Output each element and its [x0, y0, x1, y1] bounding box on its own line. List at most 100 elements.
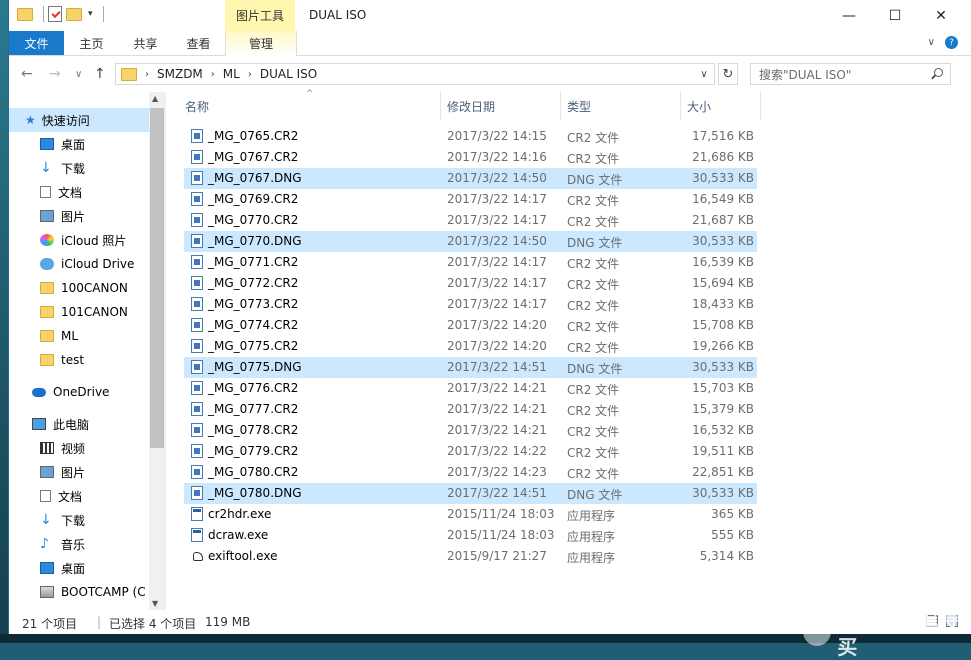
nav-scrollbar[interactable]: ▲ ▼ — [149, 92, 166, 610]
nav-this-pc[interactable]: 此电脑 — [9, 412, 149, 436]
image-file-icon — [191, 402, 203, 416]
scroll-down-icon[interactable]: ▼ — [152, 599, 158, 608]
scroll-up-icon[interactable]: ▲ — [152, 94, 158, 103]
ribbon-tabs: 文件 主页 共享 查看 管理 ∨ ? — [9, 31, 971, 56]
back-arrow-icon[interactable]: ← — [21, 66, 33, 82]
nav-label: 下载 — [61, 161, 86, 176]
tab-manage[interactable]: 管理 — [225, 31, 297, 56]
file-row[interactable]: cr2hdr.exe 2015/11/24 18:03 应用程序 365 KB — [184, 504, 757, 525]
file-row[interactable]: _MG_0775.DNG 2017/3/22 14:51 DNG 文件 30,533 … — [184, 357, 757, 378]
file-row[interactable]: _MG_0769.CR2 2017/3/22 14:17 CR2 文件 16,549 … — [184, 189, 757, 210]
nav-documents[interactable]: 文档 📌 — [9, 180, 149, 204]
file-row[interactable]: _MG_0767.DNG 2017/3/22 14:50 DNG 文件 30,533 … — [184, 168, 757, 189]
column-header-date[interactable]: 修改日期 — [441, 92, 561, 120]
file-row[interactable]: _MG_0776.CR2 2017/3/22 14:21 CR2 文件 15,703 … — [184, 378, 757, 399]
column-header-type[interactable]: 类型 — [561, 92, 681, 120]
music-note-icon: ♪ — [40, 536, 49, 552]
file-size: 555 KB — [711, 528, 754, 542]
image-file-icon — [191, 444, 203, 458]
nav-label: BOOTCAMP (C — [61, 585, 146, 599]
nav-bootcamp[interactable]: BOOTCAMP (C — [9, 580, 149, 604]
file-row[interactable]: _MG_0771.CR2 2017/3/22 14:17 CR2 文件 16,539 … — [184, 252, 757, 273]
collapse-ribbon-icon[interactable]: ∨ — [928, 37, 935, 48]
file-name: _MG_0770.CR2 — [208, 213, 299, 227]
nav-music[interactable]: ♪ 音乐 — [9, 532, 149, 556]
file-row[interactable]: dcraw.exe 2015/11/24 18:03 应用程序 555 KB — [184, 525, 757, 546]
nav-pc-desktop[interactable]: 桌面 — [9, 556, 149, 580]
folder-icon — [40, 354, 54, 366]
nav-downloads[interactable]: ↓ 下载 📌 — [9, 156, 149, 180]
nav-pc-pictures[interactable]: 图片 — [9, 460, 149, 484]
file-row[interactable]: _MG_0770.DNG 2017/3/22 14:50 DNG 文件 30,533 … — [184, 231, 757, 252]
search-icon[interactable] — [934, 68, 943, 77]
file-date: 2015/11/24 18:03 — [447, 507, 555, 521]
title-bar: ▾ 图片工具 DUAL ISO — ☐ ✕ — [9, 0, 971, 31]
maximize-button[interactable]: ☐ — [872, 0, 918, 31]
up-arrow-icon[interactable]: ↑ — [94, 66, 106, 82]
file-row[interactable]: _MG_0780.CR2 2017/3/22 14:23 CR2 文件 22,851 … — [184, 462, 757, 483]
column-header-name[interactable]: 名称 ^ — [166, 89, 441, 120]
nav-ml[interactable]: ML — [9, 324, 149, 348]
file-row[interactable]: _MG_0772.CR2 2017/3/22 14:17 CR2 文件 15,694 … — [184, 273, 757, 294]
nav-desktop[interactable]: 桌面 📌 — [9, 132, 149, 156]
nav-quick-access[interactable]: ★ 快速访问 — [9, 108, 149, 132]
tab-home[interactable]: 主页 — [65, 31, 118, 55]
download-arrow-icon: ↓ — [40, 160, 52, 176]
nav-pc-documents[interactable]: 文档 — [9, 484, 149, 508]
nav-onedrive[interactable]: OneDrive — [9, 380, 149, 404]
file-row[interactable]: _MG_0773.CR2 2017/3/22 14:17 CR2 文件 18,433 … — [184, 294, 757, 315]
scrollbar-thumb[interactable] — [150, 108, 164, 448]
file-row[interactable]: _MG_0779.CR2 2017/3/22 14:22 CR2 文件 19,511 … — [184, 441, 757, 462]
tab-view[interactable]: 查看 — [172, 31, 225, 55]
help-icon[interactable]: ? — [945, 36, 958, 49]
refresh-button[interactable]: ↻ — [718, 63, 738, 85]
file-size: 16,539 KB — [692, 255, 754, 269]
address-bar[interactable]: › SMZDM › ML › DUAL ISO ∨ — [115, 63, 715, 85]
new-folder-icon[interactable] — [66, 7, 82, 21]
file-row[interactable]: _MG_0770.CR2 2017/3/22 14:17 CR2 文件 21,687 … — [184, 210, 757, 231]
nav-100canon[interactable]: 100CANON — [9, 276, 149, 300]
qat-dropdown-icon[interactable]: ▾ — [88, 9, 93, 19]
breadcrumb-separator-icon[interactable]: › — [248, 69, 252, 80]
file-row[interactable]: _MG_0778.CR2 2017/3/22 14:21 CR2 文件 16,532 … — [184, 420, 757, 441]
file-size: 5,314 KB — [699, 549, 754, 563]
nav-pictures[interactable]: 图片 📌 — [9, 204, 149, 228]
breadcrumb-dual-iso[interactable]: DUAL ISO — [260, 67, 317, 81]
file-date: 2017/3/22 14:15 — [447, 129, 547, 143]
file-row[interactable]: _MG_0765.CR2 2017/3/22 14:15 CR2 文件 17,516 … — [184, 126, 757, 147]
breadcrumb-smzdm[interactable]: SMZDM — [157, 67, 203, 81]
nav-pc-downloads[interactable]: ↓ 下载 — [9, 508, 149, 532]
close-button[interactable]: ✕ — [918, 0, 964, 31]
file-row[interactable]: _MG_0774.CR2 2017/3/22 14:20 CR2 文件 15,708 … — [184, 315, 757, 336]
properties-icon[interactable] — [48, 6, 62, 22]
search-input[interactable]: 搜索"DUAL ISO" — [750, 63, 951, 85]
image-file-icon — [191, 192, 203, 206]
file-size: 30,533 KB — [692, 234, 754, 248]
navigation-pane: ★ 快速访问 桌面 📌 ↓ 下载 📌 文档 📌 图片 📌 iCloud 照片 📌 — [9, 92, 149, 610]
file-row[interactable]: _MG_0780.DNG 2017/3/22 14:51 DNG 文件 30,533 … — [184, 483, 757, 504]
file-size: 30,533 KB — [692, 360, 754, 374]
nav-icloud-photos[interactable]: iCloud 照片 📌 — [9, 228, 149, 252]
breadcrumb-ml[interactable]: ML — [223, 67, 240, 81]
tab-share[interactable]: 共享 — [119, 31, 172, 55]
file-list: 名称 ^ 修改日期 类型 大小 _MG_0765.CR2 2017/3/22 14… — [166, 89, 971, 610]
nav-videos[interactable]: 视频 — [9, 436, 149, 460]
address-dropdown-icon[interactable]: ∨ — [694, 64, 714, 84]
recent-dropdown-icon[interactable]: ∨ — [75, 69, 82, 80]
breadcrumb-separator-icon[interactable]: › — [145, 69, 149, 80]
nav-icloud-drive[interactable]: iCloud Drive 📌 — [9, 252, 149, 276]
forward-arrow-icon[interactable]: → — [49, 66, 61, 82]
file-date: 2017/3/22 14:51 — [447, 360, 547, 374]
file-row[interactable]: _MG_0775.CR2 2017/3/22 14:20 CR2 文件 19,266 … — [184, 336, 757, 357]
column-header-size[interactable]: 大小 — [681, 92, 761, 120]
image-file-icon — [191, 297, 203, 311]
watermark-logo-icon — [803, 616, 832, 646]
nav-101canon[interactable]: 101CANON — [9, 300, 149, 324]
minimize-button[interactable]: — — [826, 0, 872, 31]
tab-file[interactable]: 文件 — [9, 31, 64, 55]
file-row[interactable]: _MG_0777.CR2 2017/3/22 14:21 CR2 文件 15,379 … — [184, 399, 757, 420]
file-row[interactable]: _MG_0767.CR2 2017/3/22 14:16 CR2 文件 21,686 … — [184, 147, 757, 168]
file-row[interactable]: exiftool.exe 2015/9/17 21:27 应用程序 5,314 KB — [184, 546, 757, 567]
nav-test[interactable]: test — [9, 348, 149, 372]
breadcrumb-separator-icon[interactable]: › — [211, 69, 215, 80]
